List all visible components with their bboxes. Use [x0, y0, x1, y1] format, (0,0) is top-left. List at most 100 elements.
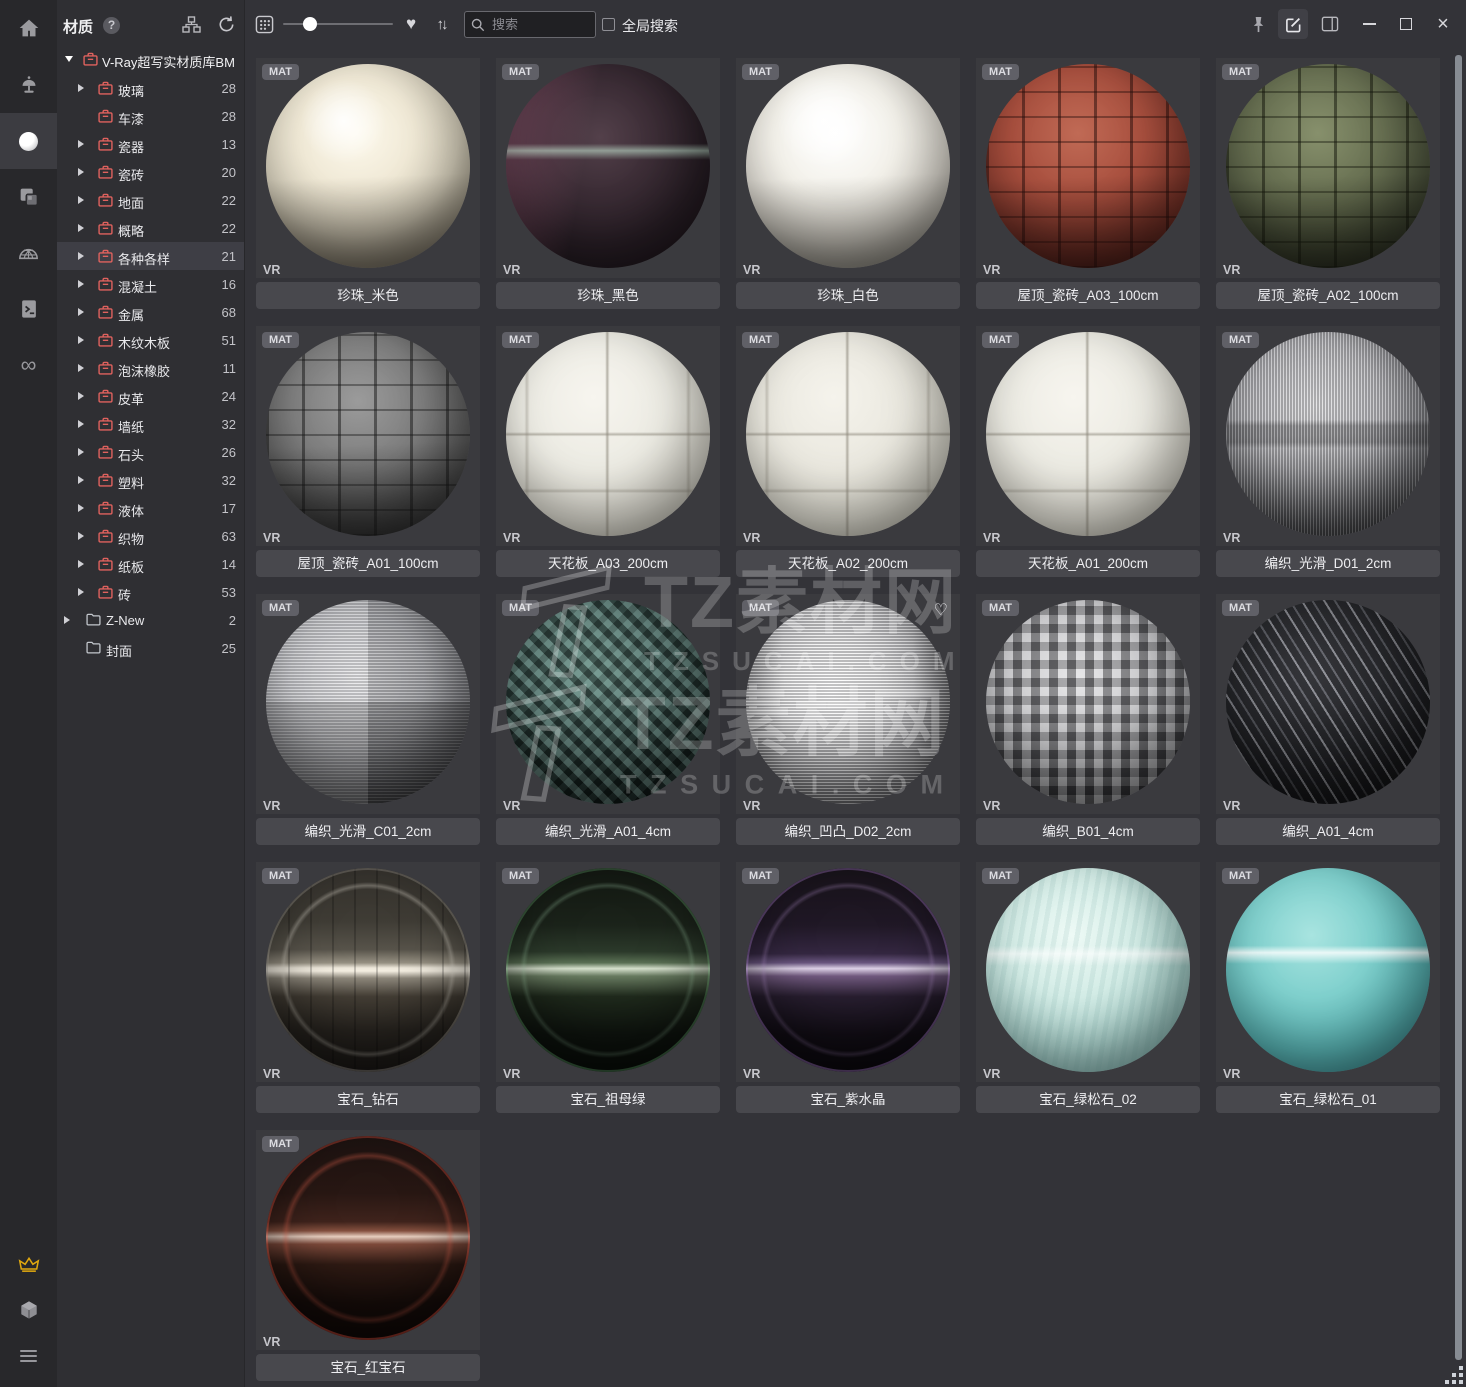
material-tile[interactable]: MAT VR 宝石_绿松石_01 [1216, 862, 1440, 1113]
tree-item[interactable]: 石头 26 [57, 438, 244, 466]
tree-item[interactable]: 瓷砖 20 [57, 158, 244, 186]
side-panel-toggle-button[interactable] [1316, 0, 1344, 48]
tree-item-label: 地面 [118, 196, 145, 211]
material-tile[interactable]: MAT VR 屋顶_瓷砖_A01_100cm [256, 326, 480, 577]
rail-home-button[interactable] [0, 0, 57, 56]
material-tile[interactable]: MAT VR 宝石_紫水晶 [736, 862, 960, 1113]
collapse-arrow-icon[interactable] [65, 56, 73, 62]
rail-materials-button[interactable] [0, 113, 57, 169]
expand-arrow-icon[interactable] [78, 280, 84, 288]
scrollbar-thumb[interactable] [1455, 55, 1462, 1360]
tree-item[interactable]: Z-New 2 [57, 606, 244, 634]
tree-item[interactable]: 金属 68 [57, 298, 244, 326]
sort-button[interactable]: ↑↓ [427, 0, 455, 48]
rail-menu-button[interactable] [0, 1333, 57, 1379]
tree-item[interactable]: 墙纸 32 [57, 410, 244, 438]
minimize-button[interactable] [1354, 0, 1384, 48]
expand-arrow-icon[interactable] [78, 560, 84, 568]
expand-arrow-icon[interactable] [78, 84, 84, 92]
tree-item[interactable]: 概略 22 [57, 214, 244, 242]
tree-item[interactable]: 车漆 28 [57, 102, 244, 130]
tree-item[interactable]: 织物 63 [57, 522, 244, 550]
tree-item-label: 木纹木板 [118, 336, 171, 351]
search-box[interactable] [464, 11, 596, 38]
briefcase-icon [98, 193, 113, 212]
thumbnail-view-button[interactable] [249, 0, 279, 48]
tree-item[interactable]: 泡沫橡胶 11 [57, 354, 244, 382]
tree-item[interactable]: 瓷器 13 [57, 130, 244, 158]
search-input[interactable] [490, 16, 589, 33]
expand-arrow-icon[interactable] [78, 252, 84, 260]
material-tile[interactable]: MAT VR 屋顶_瓷砖_A03_100cm [976, 58, 1200, 309]
expand-arrow-icon[interactable] [78, 532, 84, 540]
help-icon[interactable]: ? [103, 17, 120, 34]
refresh-button[interactable] [217, 15, 236, 39]
expand-arrow-icon[interactable] [78, 336, 84, 344]
material-preview-area: MAT ♡ VR [736, 594, 960, 814]
expand-arrow-icon[interactable] [78, 392, 84, 400]
tree-item[interactable]: 封面 25 [57, 634, 244, 662]
rail-premium-button[interactable] [0, 1240, 57, 1286]
favorites-filter-button[interactable]: ♥ [397, 0, 425, 48]
rail-unlimited-button[interactable]: ∞ [0, 337, 57, 393]
tree-item[interactable]: 地面 22 [57, 186, 244, 214]
maximize-button[interactable] [1391, 0, 1421, 48]
material-tile[interactable]: MAT VR 编织_光滑_C01_2cm [256, 594, 480, 845]
expand-arrow-icon[interactable] [78, 588, 84, 596]
tree-item[interactable]: 混凝土 16 [57, 270, 244, 298]
material-tile[interactable]: MAT VR 珍珠_白色 [736, 58, 960, 309]
rail-models-button[interactable] [0, 57, 57, 113]
material-tile[interactable]: MAT VR 珍珠_米色 [256, 58, 480, 309]
rail-scripts-button[interactable] [0, 281, 57, 337]
expand-arrow-icon[interactable] [78, 448, 84, 456]
expand-arrow-icon[interactable] [78, 196, 84, 204]
tree-item[interactable]: 各种各样 21 [57, 242, 244, 270]
pin-button[interactable] [1244, 0, 1272, 48]
material-tile[interactable]: MAT VR 编织_光滑_D01_2cm [1216, 326, 1440, 577]
hierarchy-view-button[interactable] [182, 16, 201, 38]
global-search-checkbox[interactable] [602, 18, 615, 31]
material-tile[interactable]: MAT VR 编织_B01_4cm [976, 594, 1200, 845]
close-button[interactable]: × [1428, 0, 1458, 48]
slider-track[interactable] [283, 17, 393, 31]
slider-thumb[interactable] [303, 17, 317, 31]
rail-ies-button[interactable] [0, 225, 57, 281]
thumbnail-size-slider[interactable] [283, 0, 393, 48]
material-tile[interactable]: MAT VR 宝石_绿松石_02 [976, 862, 1200, 1113]
expand-arrow-icon[interactable] [78, 224, 84, 232]
edit-mode-button[interactable] [1278, 0, 1308, 48]
tree-item[interactable]: 塑料 32 [57, 466, 244, 494]
tree-item[interactable]: 砖 53 [57, 578, 244, 606]
expand-arrow-icon[interactable] [78, 476, 84, 484]
tree-item[interactable]: 液体 17 [57, 494, 244, 522]
material-tile[interactable]: MAT VR 珍珠_黑色 [496, 58, 720, 309]
expand-arrow-icon[interactable] [78, 364, 84, 372]
tree-item[interactable]: 皮革 24 [57, 382, 244, 410]
material-tile[interactable]: MAT VR 天花板_A03_200cm [496, 326, 720, 577]
material-tile[interactable]: MAT VR 编织_A01_4cm [1216, 594, 1440, 845]
tree-item[interactable]: 玻璃 28 [57, 74, 244, 102]
resize-grip[interactable] [1444, 1365, 1464, 1385]
material-tile[interactable]: MAT VR 天花板_A01_200cm [976, 326, 1200, 577]
rail-assets-button[interactable] [0, 1287, 57, 1333]
expand-arrow-icon[interactable] [78, 168, 84, 176]
expand-arrow-icon[interactable] [78, 308, 84, 316]
favorite-heart-icon[interactable]: ♡ [934, 600, 948, 620]
briefcase-icon [98, 221, 113, 240]
vertical-scrollbar[interactable] [1455, 55, 1462, 1360]
tree-item[interactable]: 木纹木板 51 [57, 326, 244, 354]
material-tile[interactable]: MAT VR 编织_光滑_A01_4cm [496, 594, 720, 845]
expand-arrow-icon[interactable] [78, 420, 84, 428]
material-tile[interactable]: MAT VR 宝石_祖母绿 [496, 862, 720, 1113]
material-tile[interactable]: MAT VR 天花板_A02_200cm [736, 326, 960, 577]
expand-arrow-icon[interactable] [78, 140, 84, 148]
expand-arrow-icon[interactable] [64, 616, 70, 624]
material-tile[interactable]: MAT VR 屋顶_瓷砖_A02_100cm [1216, 58, 1440, 309]
rail-textures-button[interactable] [0, 169, 57, 225]
tree-item[interactable]: 纸板 14 [57, 550, 244, 578]
material-tile[interactable]: MAT ♡ VR 编织_凹凸_D02_2cm [736, 594, 960, 845]
material-tile[interactable]: MAT VR 宝石_钻石 [256, 862, 480, 1113]
material-tile[interactable]: MAT VR 宝石_红宝石 [256, 1130, 480, 1381]
expand-arrow-icon[interactable] [78, 504, 84, 512]
tree-root-item[interactable]: V-Ray超写实材质库BM [57, 45, 244, 73]
